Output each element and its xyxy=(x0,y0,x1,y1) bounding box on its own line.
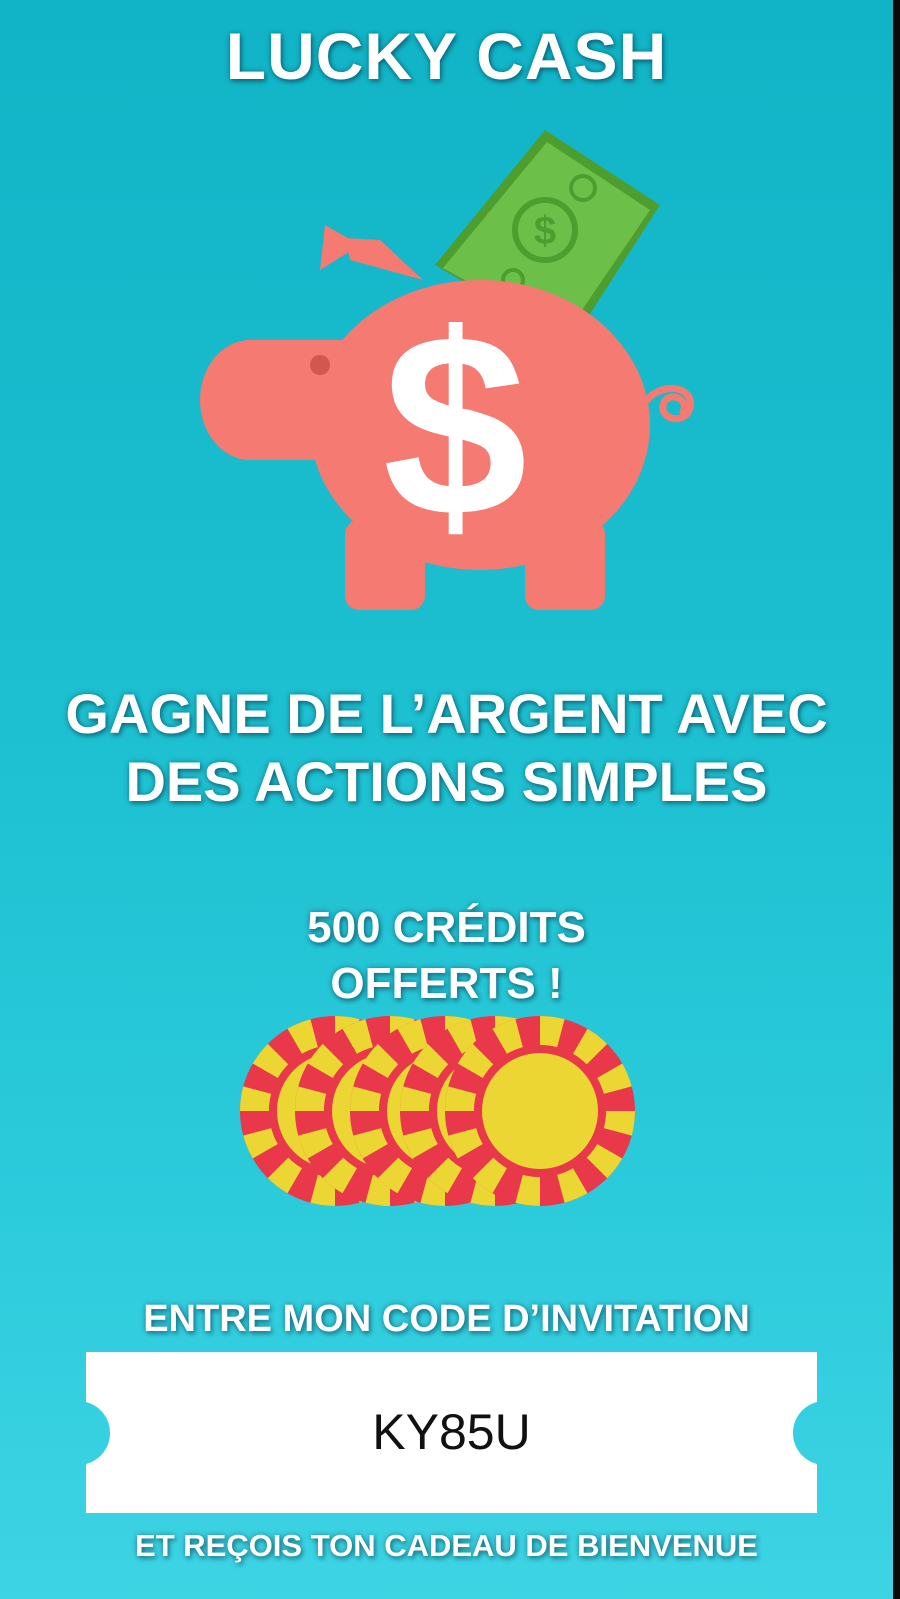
app-title: LUCKY CASH xyxy=(225,19,668,93)
credits-offer: 500 CRÉDITS OFFERTS ! xyxy=(0,900,893,1012)
welcome-gift-text: ET REÇOIS TON CADEAU DE BIENVENUE xyxy=(135,1528,758,1563)
piggy-bank-dollar-icon: $ $ xyxy=(200,130,694,610)
credits-line-1: 500 CRÉDITS xyxy=(307,903,586,952)
headline: GAGNE DE L’ARGENT AVEC DES ACTIONS SIMPL… xyxy=(0,680,893,816)
casino-chips-icon xyxy=(240,1016,635,1206)
headline-line-1: GAGNE DE L’ARGENT AVEC xyxy=(65,682,828,745)
invite-ticket xyxy=(86,1352,817,1513)
credits-line-2: OFFERTS ! xyxy=(330,959,563,1008)
screen-edge xyxy=(893,0,900,1599)
svg-text:$: $ xyxy=(534,209,556,253)
chip xyxy=(445,1016,635,1206)
invitation-code-field[interactable] xyxy=(226,1392,677,1472)
invite-code-label: ENTRE MON CODE D’INVITATION xyxy=(143,1298,750,1340)
headline-line-2: DES ACTIONS SIMPLES xyxy=(125,750,768,813)
svg-text:$: $ xyxy=(383,281,528,571)
